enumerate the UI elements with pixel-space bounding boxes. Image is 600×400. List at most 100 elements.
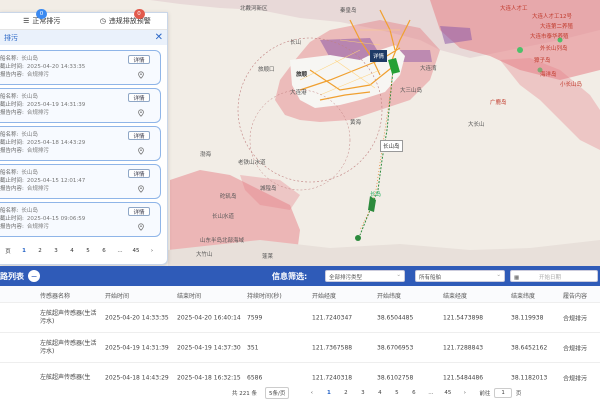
map-label: 大连人才工12号 [532, 14, 572, 20]
pager-page[interactable]: ... [422, 390, 439, 396]
pager-prev[interactable]: 页 [0, 247, 16, 255]
location-pin-icon[interactable] [137, 71, 145, 79]
goto-label: 前往 [479, 391, 491, 397]
table-cell: 2025-04-20 14:33:35 [105, 314, 169, 321]
map-label: 长岛 [370, 192, 382, 198]
card-ship-name: 长山岛 [21, 94, 38, 100]
chevron-down-icon: ⌄ [396, 272, 401, 278]
card-content: 合规排污 [26, 148, 49, 154]
detail-button[interactable]: 详情 [128, 93, 150, 102]
table-cell: 38.6706953 [377, 344, 414, 351]
detail-button[interactable]: 详情 [128, 131, 150, 140]
map-label: 长山 [290, 40, 302, 46]
column-header[interactable]: 结束经度 [443, 291, 467, 300]
tab-badge: 0 [133, 9, 145, 19]
table-cell: 121.5484486 [443, 374, 484, 381]
tab-badge: 0 [36, 9, 47, 19]
card-ship-name: 长山岛 [21, 208, 38, 214]
card-key: 船名称: [0, 132, 19, 138]
detail-button[interactable]: 详情 [128, 55, 150, 64]
card-row: 截止时间: 2025-04-15 09:06:59 [0, 215, 160, 223]
table-cell: 38.119938 [511, 314, 544, 321]
card-key: 报告内容: [0, 224, 24, 230]
alert-card[interactable]: 船名称: 长山岛 截止时间: 2025-04-19 14:31:39 报告内容: 合规排污… [0, 88, 161, 123]
card-row: 报告内容: 合规排污 [0, 185, 160, 193]
pager-page[interactable]: 5 [80, 248, 96, 254]
date-placeholder: 开始日期 [538, 275, 561, 281]
map-label: 旅顺口 [258, 67, 275, 73]
alert-panel: ☰ 正常排污 0 ◷ 违规排放预警 0 排污 ✕ 船名称: 长山岛 截止时间: 202… [0, 9, 168, 265]
table-row[interactable]: 左舷超声传感器(生活污水) 2025-04-20 14:33:35 2025-04-… [0, 303, 600, 333]
pager-page[interactable]: 4 [64, 248, 80, 254]
column-header[interactable]: 传感器名称 [40, 291, 70, 300]
column-header[interactable]: 结束纬度 [511, 291, 535, 300]
card-content: 合规排污 [26, 186, 49, 192]
pager-prev[interactable]: ‹ [303, 390, 320, 396]
pager-page[interactable]: 45 [128, 248, 144, 254]
table-toolbar: 路列表 − 信息筛选: 全部排污类型 ⌄ 所有船舶 ⌄ ▦ 开始日期 [0, 266, 600, 286]
map-detail-button[interactable]: 详情 [370, 50, 388, 62]
column-header[interactable]: 开始经度 [312, 291, 336, 300]
pager-page[interactable]: 3 [48, 248, 64, 254]
pager-page[interactable]: 2 [337, 390, 354, 396]
ship-select[interactable]: 所有船舶 ⌄ [415, 270, 505, 282]
detail-button[interactable]: 详情 [128, 207, 150, 216]
discharge-table-section: 路列表 − 信息筛选: 全部排污类型 ⌄ 所有船舶 ⌄ ▦ 开始日期 传感器名称… [0, 266, 600, 400]
pager-page[interactable]: 45 [439, 390, 456, 396]
column-header[interactable]: 履告内容 [563, 291, 587, 300]
column-header[interactable]: 开始纬度 [377, 291, 401, 300]
table-cell: 121.7367588 [312, 344, 353, 351]
total-count: 共 221 条 [232, 391, 257, 397]
panel-header: 排污 ✕ [0, 30, 167, 45]
location-pin-icon[interactable] [137, 185, 145, 193]
close-icon[interactable]: ✕ [155, 32, 163, 43]
card-content: 合规排污 [26, 110, 49, 116]
card-time: 2025-04-19 14:31:39 [26, 102, 86, 108]
start-date-input[interactable]: ▦ 开始日期 [510, 270, 598, 282]
select-value: 全部排污类型 [329, 275, 363, 281]
collapse-icon[interactable]: − [28, 270, 40, 282]
tab-normal-discharge[interactable]: ☰ 正常排污 0 [0, 9, 84, 29]
discharge-type-select[interactable]: 全部排污类型 ⌄ [325, 270, 405, 282]
column-header[interactable]: 持续时间(秒) [247, 291, 282, 300]
alert-card[interactable]: 船名称: 长山岛 截止时间: 2025-04-18 14:43:29 报告内容: 合规排污… [0, 126, 161, 161]
map-ship-label[interactable]: 长山岛 [380, 140, 403, 152]
tab-violation-warning[interactable]: ◷ 违规排放预警 0 [84, 9, 168, 29]
alert-card[interactable]: 船名称: 长山岛 截止时间: 2025-04-15 12:01:47 报告内容: 合规排污… [0, 164, 161, 199]
location-pin-icon[interactable] [137, 109, 145, 117]
pager-page[interactable]: 2 [32, 248, 48, 254]
location-pin-icon[interactable] [137, 223, 145, 231]
card-time: 2025-04-20 14:33:35 [26, 64, 86, 70]
table-cell: 左舷超声传感器(生活污水) [40, 339, 97, 355]
pager-page[interactable]: ... [112, 248, 128, 254]
pager-page[interactable]: 3 [354, 390, 371, 396]
list-icon: ☰ [23, 17, 30, 25]
pager-page[interactable]: 1 [16, 248, 32, 254]
card-key: 截止时间: [0, 178, 24, 184]
map-label: 大连港 [290, 90, 307, 96]
table-pagination: 共 221 条 5条/页 ‹ 1 2 3 4 5 6... 45 › 前往 1 页 [0, 386, 600, 400]
column-header[interactable]: 结束时间 [177, 291, 201, 300]
alert-card[interactable]: 船名称: 长山岛 截止时间: 2025-04-20 14:33:35 报告内容: 合规排污… [0, 50, 161, 85]
map-label: 城隍岛 [260, 186, 277, 192]
table-cell: 38.6102758 [377, 374, 414, 381]
pager-page[interactable]: 6 [405, 390, 422, 396]
detail-button[interactable]: 详情 [128, 169, 150, 178]
pager-next[interactable]: › [144, 248, 160, 254]
goto-input[interactable]: 1 [494, 388, 512, 398]
pager-page[interactable]: 6 [96, 248, 112, 254]
page-size-select[interactable]: 5条/页 [265, 387, 290, 399]
map-label: 蓬莱 [262, 254, 274, 260]
pager-page[interactable]: 5 [388, 390, 405, 396]
pager-page[interactable]: 1 [320, 390, 337, 396]
pager-page[interactable]: 4 [371, 390, 388, 396]
table-cell: 左舷超声传感器(生活污水) [40, 309, 97, 325]
map-label: 北戴河新区 [240, 6, 268, 12]
table-row[interactable]: 左舷超声传感器(生活污水) 2025-04-19 14:31:39 2025-04-… [0, 333, 600, 363]
column-header[interactable]: 开始时间 [105, 291, 129, 300]
location-pin-icon[interactable] [137, 147, 145, 155]
card-row: 截止时间: 2025-04-20 14:33:35 [0, 63, 160, 71]
pager-next[interactable]: › [456, 390, 473, 396]
alert-card[interactable]: 船名称: 长山岛 截止时间: 2025-04-15 09:06:59 报告内容: 合规排污… [0, 202, 161, 237]
card-row: 报告内容: 合规排污 [0, 71, 160, 79]
